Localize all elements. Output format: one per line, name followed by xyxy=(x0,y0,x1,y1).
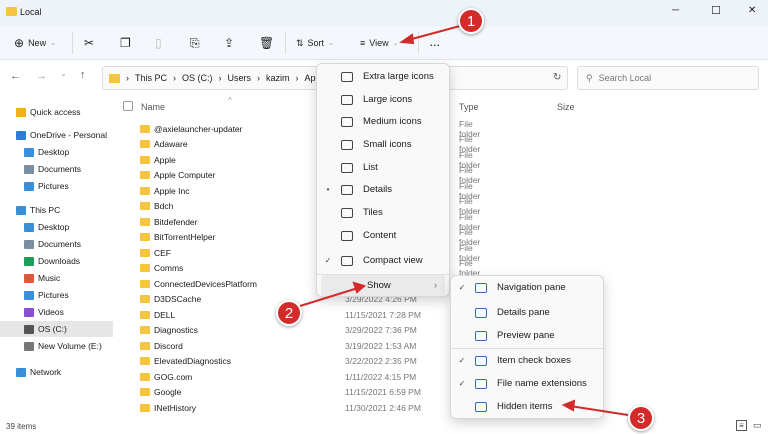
tiles-view-icon[interactable]: ▭ xyxy=(753,420,762,431)
item-count: 39 items xyxy=(6,422,37,431)
arrowhead-3 xyxy=(561,399,576,412)
status-bar: 39 items ≡ ▭ xyxy=(0,418,768,434)
arrow-3 xyxy=(569,405,629,416)
annotation-badge-1: 1 xyxy=(458,8,484,34)
arrowhead-2 xyxy=(352,281,367,294)
annotation-arrows xyxy=(299,25,629,416)
arrow-2 xyxy=(299,287,359,307)
arrowhead-1 xyxy=(399,33,415,45)
annotation-badge-2: 2 xyxy=(276,300,302,326)
details-view-icon[interactable]: ≡ xyxy=(736,420,747,431)
arrow-1 xyxy=(407,25,461,41)
